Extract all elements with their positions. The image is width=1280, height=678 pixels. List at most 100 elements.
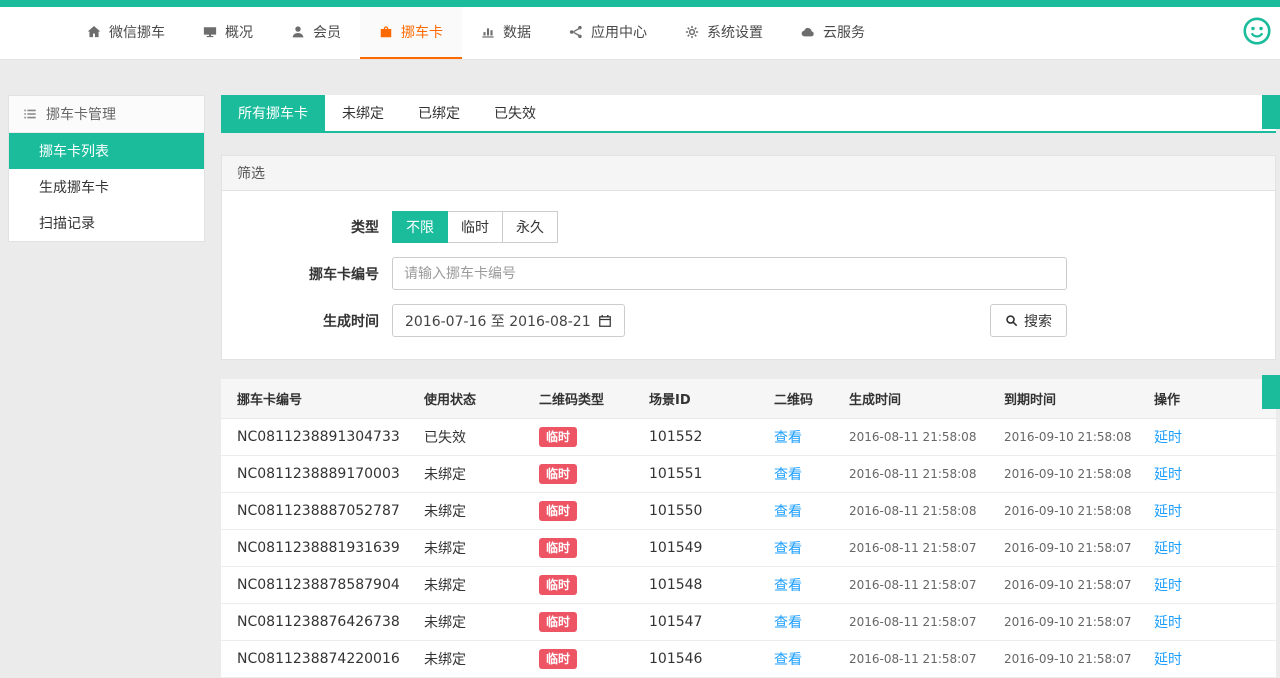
status-cell: 未绑定	[416, 567, 531, 604]
scene-id-cell: 101552	[641, 419, 766, 456]
edge-accent-bottom	[1262, 375, 1280, 409]
table-header-row: 挪车卡编号使用状态二维码类型场景ID二维码生成时间到期时间操作	[221, 379, 1276, 419]
top-navbar: 微信挪车 概况 会员 挪车卡 数据 应用中心 系统设置 云服务	[0, 7, 1280, 60]
type-option-temporary[interactable]: 临时	[447, 211, 503, 243]
tab-unbound[interactable]: 未绑定	[325, 95, 401, 131]
card-table-section: 挪车卡编号使用状态二维码类型场景ID二维码生成时间到期时间操作 NC081123…	[221, 379, 1276, 678]
created-time-cell: 2016-08-11 21:58:07	[841, 641, 996, 678]
filter-form: 类型 不限临时永久 挪车卡编号 生成时间 2016-07-16 至 201	[222, 191, 1275, 359]
table-header-cell: 二维码类型	[531, 379, 641, 419]
delay-link[interactable]: 延时	[1154, 615, 1182, 631]
delay-link[interactable]: 延时	[1154, 578, 1182, 594]
table-row: NC0811238874220016 未绑定 临时 101546 查看 2016…	[221, 641, 1276, 678]
card-no-cell: NC0811238891304733	[221, 419, 416, 456]
tab-all-cards[interactable]: 所有挪车卡	[221, 95, 325, 131]
card-no-input[interactable]	[392, 257, 1067, 290]
expire-time-cell: 2016-09-10 21:58:08	[996, 419, 1146, 456]
expire-time-cell: 2016-09-10 21:58:08	[996, 456, 1146, 493]
created-time-cell: 2016-08-11 21:58:07	[841, 604, 996, 641]
qr-type-badge: 临时	[539, 612, 577, 632]
nav-menu: 微信挪车 概况 会员 挪车卡 数据 应用中心 系统设置 云服务	[68, 7, 884, 59]
nav-item-system-settings[interactable]: 系统设置	[666, 7, 782, 59]
view-qr-link[interactable]: 查看	[774, 467, 802, 483]
nav-item-app-center[interactable]: 应用中心	[550, 7, 666, 59]
sidebar-menu: 挪车卡列表生成挪车卡扫描记录	[9, 133, 204, 241]
status-cell: 未绑定	[416, 604, 531, 641]
date-range-picker[interactable]: 2016-07-16 至 2016-08-21	[392, 304, 625, 337]
view-qr-link[interactable]: 查看	[774, 504, 802, 520]
view-qr-link[interactable]: 查看	[774, 430, 802, 446]
scene-id-cell: 101547	[641, 604, 766, 641]
monitor-icon	[203, 25, 217, 39]
delay-link[interactable]: 延时	[1154, 430, 1182, 446]
chart-icon	[481, 25, 495, 39]
nav-item-wechat-move-car[interactable]: 微信挪车	[68, 7, 184, 59]
table-header-cell: 场景ID	[641, 379, 766, 419]
nav-item-overview[interactable]: 概况	[184, 7, 272, 59]
sidebar-item-generate-card[interactable]: 生成挪车卡	[9, 169, 204, 205]
table-row: NC0811238889170003 未绑定 临时 101551 查看 2016…	[221, 456, 1276, 493]
sidebar-title: 挪车卡管理	[46, 104, 116, 124]
account-avatar[interactable]	[1243, 19, 1271, 47]
expire-time-cell: 2016-09-10 21:58:07	[996, 604, 1146, 641]
card-table: 挪车卡编号使用状态二维码类型场景ID二维码生成时间到期时间操作 NC081123…	[221, 379, 1276, 678]
scene-id-cell: 101546	[641, 641, 766, 678]
scene-id-cell: 101551	[641, 456, 766, 493]
qr-type-badge: 临时	[539, 427, 577, 447]
status-cell: 已失效	[416, 419, 531, 456]
page-body: 挪车卡管理 挪车卡列表生成挪车卡扫描记录 所有挪车卡未绑定已绑定已失效 筛选 类…	[0, 60, 1280, 678]
nav-item-members[interactable]: 会员	[272, 7, 360, 59]
home-icon	[87, 25, 101, 39]
tab-bound[interactable]: 已绑定	[401, 95, 477, 131]
card-no-cell: NC0811238878587904	[221, 567, 416, 604]
list-icon	[23, 107, 37, 121]
briefcase-icon	[379, 25, 393, 39]
created-time-cell: 2016-08-11 21:58:08	[841, 419, 996, 456]
type-label: 类型	[222, 217, 392, 237]
view-qr-link[interactable]: 查看	[774, 541, 802, 557]
view-qr-link[interactable]: 查看	[774, 652, 802, 668]
view-qr-link[interactable]: 查看	[774, 615, 802, 631]
table-row: NC0811238887052787 未绑定 临时 101550 查看 2016…	[221, 493, 1276, 530]
sidebar-item-card-list[interactable]: 挪车卡列表	[9, 133, 204, 169]
table-header-cell: 生成时间	[841, 379, 996, 419]
qr-type-badge: 临时	[539, 538, 577, 558]
nav-item-data[interactable]: 数据	[462, 7, 550, 59]
table-header-cell: 操作	[1146, 379, 1276, 419]
expire-time-cell: 2016-09-10 21:58:07	[996, 641, 1146, 678]
table-header-cell: 到期时间	[996, 379, 1146, 419]
card-no-cell: NC0811238874220016	[221, 641, 416, 678]
qr-type-badge: 临时	[539, 649, 577, 669]
expire-time-cell: 2016-09-10 21:58:07	[996, 567, 1146, 604]
created-time-cell: 2016-08-11 21:58:08	[841, 456, 996, 493]
type-option-permanent[interactable]: 永久	[502, 211, 558, 243]
nav-item-cloud-service[interactable]: 云服务	[782, 7, 884, 59]
filter-panel-title: 筛选	[222, 156, 1275, 191]
search-button[interactable]: 搜索	[990, 304, 1067, 337]
status-cell: 未绑定	[416, 530, 531, 567]
created-time-cell: 2016-08-11 21:58:07	[841, 567, 996, 604]
sidebar: 挪车卡管理 挪车卡列表生成挪车卡扫描记录	[8, 95, 205, 242]
delay-link[interactable]: 延时	[1154, 541, 1182, 557]
time-label: 生成时间	[222, 311, 392, 331]
delay-link[interactable]: 延时	[1154, 504, 1182, 520]
qr-type-badge: 临时	[539, 501, 577, 521]
card-no-cell: NC0811238876426738	[221, 604, 416, 641]
tab-expired[interactable]: 已失效	[477, 95, 553, 131]
filter-panel: 筛选 类型 不限临时永久 挪车卡编号 生成时间	[221, 155, 1276, 360]
delay-link[interactable]: 延时	[1154, 467, 1182, 483]
card-no-cell: NC0811238881931639	[221, 530, 416, 567]
card-no-label: 挪车卡编号	[222, 264, 392, 284]
type-button-group: 不限临时永久	[392, 211, 558, 243]
user-icon	[291, 25, 305, 39]
view-qr-link[interactable]: 查看	[774, 578, 802, 594]
sidebar-item-scan-records[interactable]: 扫描记录	[9, 205, 204, 241]
created-time-cell: 2016-08-11 21:58:08	[841, 493, 996, 530]
table-row: NC0811238881931639 未绑定 临时 101549 查看 2016…	[221, 530, 1276, 567]
delay-link[interactable]: 延时	[1154, 652, 1182, 668]
user-logo-icon	[1243, 17, 1271, 49]
table-header-cell: 挪车卡编号	[221, 379, 416, 419]
table-row: NC0811238876426738 未绑定 临时 101547 查看 2016…	[221, 604, 1276, 641]
nav-item-move-car-card[interactable]: 挪车卡	[360, 7, 462, 59]
type-option-any[interactable]: 不限	[392, 211, 448, 243]
